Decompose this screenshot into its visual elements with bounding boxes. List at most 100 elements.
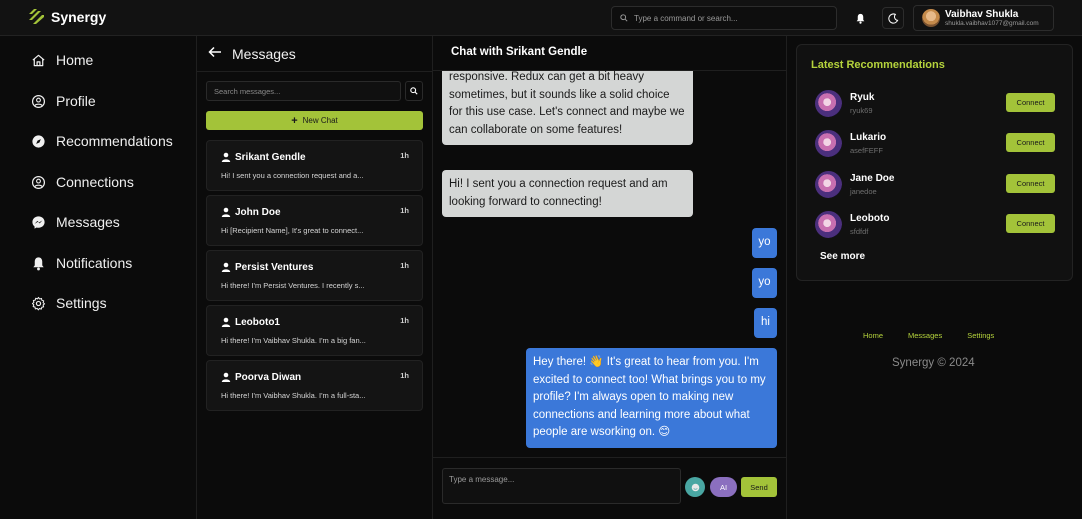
user-icon <box>221 152 231 162</box>
footer-link-messages[interactable]: Messages <box>908 331 942 340</box>
conversation-preview: Hi there! I'm Vaibhav Shukla. I'm a full… <box>221 391 366 400</box>
sidebar: Home Profile Recommendations Connections… <box>0 36 197 519</box>
user-icon <box>221 262 231 272</box>
sidebar-item-label: Profile <box>56 93 96 109</box>
compass-icon <box>32 134 45 148</box>
theme-toggle-button[interactable] <box>882 7 904 29</box>
connect-button[interactable]: Connect <box>1006 174 1055 193</box>
bell-icon <box>856 13 864 24</box>
sent-message: yo <box>752 268 777 298</box>
sent-message: Hey there! 👋 It's great to hear from you… <box>526 348 777 448</box>
chat-header: Chat with Srikant Gendle <box>433 36 786 71</box>
command-search-placeholder: Type a command or search... <box>634 13 738 23</box>
recommendation-item: Ryuk ryuk69 Connect <box>815 90 1055 120</box>
recommendation-name[interactable]: Leoboto <box>850 213 889 224</box>
sidebar-item-label: Recommendations <box>56 133 173 149</box>
connect-button[interactable]: Connect <box>1006 133 1055 152</box>
conversation-item[interactable]: Srikant Gendle 1h Hi! I sent you a conne… <box>206 140 423 191</box>
user-menu[interactable]: Vaibhav Shukla shukla.vaibhav1077@gmail.… <box>913 5 1054 31</box>
conversation-time: 1h <box>400 316 409 325</box>
sent-message: hi <box>754 308 777 338</box>
avatar[interactable] <box>815 90 842 117</box>
received-message: responsive. Redux can get a bit heavy so… <box>442 63 693 145</box>
recommendation-handle: sfdfdf <box>850 227 869 236</box>
sidebar-item-label: Connections <box>56 174 134 190</box>
sent-message: yo <box>752 228 777 258</box>
synergy-logo-icon <box>29 9 44 24</box>
chat-panel: Chat with Srikant Gendle responsive. Red… <box>433 36 787 519</box>
footer-link-home[interactable]: Home <box>863 331 883 340</box>
conversation-preview: Hi! I sent you a connection request and … <box>221 171 364 180</box>
brand-name: Synergy <box>51 9 107 25</box>
conversation-name: Leoboto1 <box>235 317 280 328</box>
conversation-item[interactable]: John Doe 1h Hi [Recipient Name], It's gr… <box>206 195 423 246</box>
recommendations-card: Latest Recommendations Ryuk ryuk69 Conne… <box>796 44 1073 281</box>
recommendation-name[interactable]: Ryuk <box>850 92 874 103</box>
connect-button[interactable]: Connect <box>1006 93 1055 112</box>
connect-button[interactable]: Connect <box>1006 214 1055 233</box>
conversation-name: Srikant Gendle <box>235 152 306 163</box>
home-icon <box>32 54 45 66</box>
sidebar-item-settings[interactable]: Settings <box>31 295 107 311</box>
sidebar-item-notifications[interactable]: Notifications <box>31 255 132 271</box>
new-chat-label: New Chat <box>302 116 338 125</box>
conversation-item[interactable]: Leoboto1 1h Hi there! I'm Vaibhav Shukla… <box>206 305 423 356</box>
command-search-input[interactable]: Type a command or search... <box>611 6 837 30</box>
avatar[interactable] <box>815 130 842 157</box>
new-chat-button[interactable]: + New Chat <box>206 111 423 130</box>
sidebar-item-label: Home <box>56 52 94 68</box>
conversation-preview: Hi there! I'm Persist Ventures. I recent… <box>221 281 365 290</box>
messages-header: Messages <box>197 36 433 72</box>
message-search-input[interactable]: Search messages... <box>206 81 401 101</box>
recommendations-title: Latest Recommendations <box>811 59 945 71</box>
search-icon <box>620 14 628 22</box>
see-more-link[interactable]: See more <box>820 251 865 262</box>
conversation-item[interactable]: Poorva Diwan 1h Hi there! I'm Vaibhav Sh… <box>206 360 423 411</box>
message-input[interactable]: Type a message... <box>442 468 681 504</box>
user-circle-icon <box>31 175 46 189</box>
user-icon <box>221 207 231 217</box>
messages-panel: Messages Search messages... + New Chat S… <box>197 36 433 519</box>
sidebar-item-messages[interactable]: Messages <box>31 214 120 230</box>
conversation-time: 1h <box>400 206 409 215</box>
conversation-preview: Hi [Recipient Name], It's great to conne… <box>221 226 364 235</box>
conversation-name: John Doe <box>235 207 281 218</box>
recommendation-item: Leoboto sfdfdf Connect <box>815 211 1055 241</box>
conversation-time: 1h <box>400 261 409 270</box>
conversation-name: Persist Ventures <box>235 262 314 273</box>
received-message: Hi! I sent you a connection request and … <box>442 170 693 217</box>
recommendation-handle: janedoe <box>850 187 877 196</box>
avatar[interactable] <box>815 211 842 238</box>
notifications-button[interactable] <box>849 7 871 29</box>
user-name: Vaibhav Shukla <box>945 8 1019 20</box>
conversation-time: 1h <box>400 371 409 380</box>
back-arrow-icon[interactable] <box>208 45 222 59</box>
plus-icon: + <box>291 114 298 127</box>
messages-title: Messages <box>232 46 296 62</box>
chat-title: Chat with Srikant Gendle <box>451 46 588 58</box>
user-icon <box>221 372 231 382</box>
recommendation-name[interactable]: Jane Doe <box>850 173 894 184</box>
sidebar-item-connections[interactable]: Connections <box>31 174 134 190</box>
recommendation-handle: asefFEFF <box>850 146 883 155</box>
sidebar-item-label: Messages <box>56 214 120 230</box>
send-button[interactable]: Send <box>741 477 777 497</box>
recommendation-item: Lukario asefFEFF Connect <box>815 130 1055 160</box>
composer: Type a message... AI Send <box>433 457 786 519</box>
recommendation-name[interactable]: Lukario <box>850 132 886 143</box>
sidebar-item-recommendations[interactable]: Recommendations <box>31 133 173 149</box>
emoji-button[interactable] <box>685 477 705 497</box>
conversation-item[interactable]: Persist Ventures 1h Hi there! I'm Persis… <box>206 250 423 301</box>
search-icon <box>410 87 418 95</box>
sidebar-item-home[interactable]: Home <box>31 52 93 68</box>
ai-assist-button[interactable]: AI <box>710 477 737 497</box>
copyright: Synergy © 2024 <box>892 357 975 369</box>
bell-icon <box>33 256 44 270</box>
message-search-button[interactable] <box>405 81 423 101</box>
sidebar-item-profile[interactable]: Profile <box>31 93 96 109</box>
brand-logo[interactable]: Synergy <box>27 8 106 26</box>
footer-link-settings[interactable]: Settings <box>967 331 994 340</box>
conversation-preview: Hi there! I'm Vaibhav Shukla. I'm a big … <box>221 336 366 345</box>
user-email: shukla.vaibhav1077@gmail.com <box>945 19 1039 27</box>
avatar[interactable] <box>815 171 842 198</box>
